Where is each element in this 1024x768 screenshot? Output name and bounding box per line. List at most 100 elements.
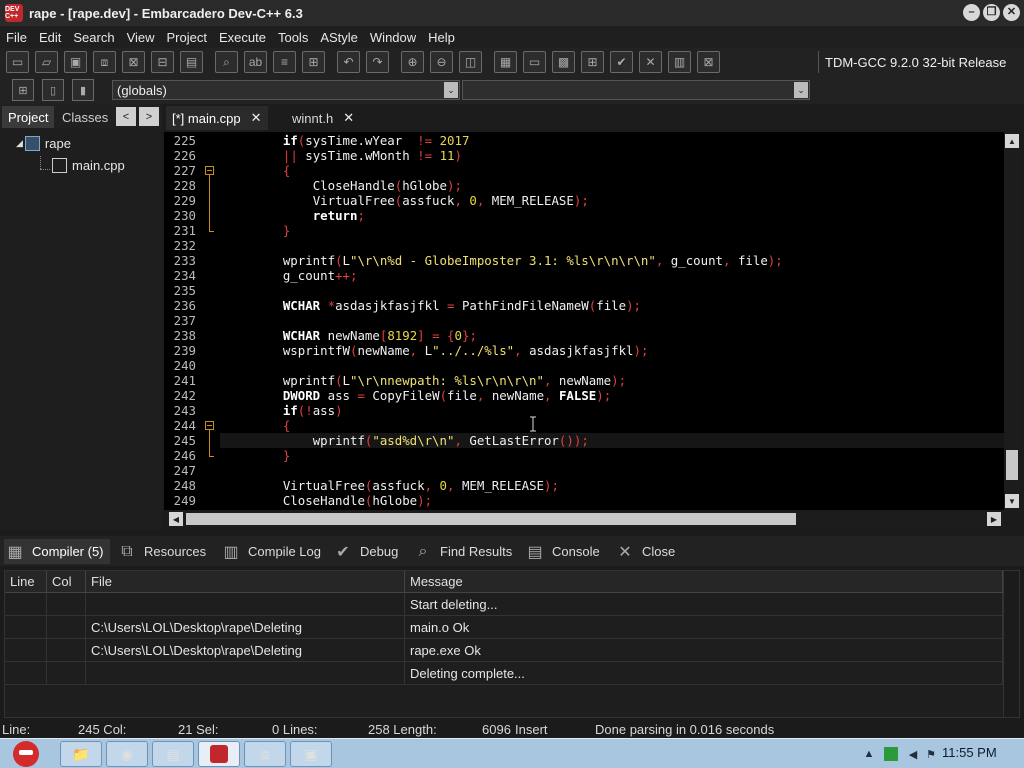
code-line[interactable]: 241 wprintf(L"\r\nnewpath: %ls\r\n\r\n",… [164,373,1004,388]
code-line[interactable]: 232 [164,238,1004,253]
column-header-message[interactable]: Message [405,571,1003,593]
tab-compile-log[interactable]: ▥ Compile Log [220,539,327,564]
rebuild-all-icon[interactable]: ⊞ [581,51,604,73]
code-line[interactable]: 229 VirtualFree(assfuck, 0, MEM_RELEASE)… [164,193,1004,208]
column-header-col[interactable]: Col [47,571,86,593]
code-line[interactable]: 226 || sysTime.wMonth != 11) [164,148,1004,163]
redo-icon[interactable]: ↷ [366,51,389,73]
replace-icon[interactable]: ab [244,51,267,73]
menu-help[interactable]: Help [422,30,461,45]
compile-icon[interactable]: ▦ [494,51,517,73]
tab-classes[interactable]: Classes [56,106,114,128]
code-line[interactable]: 230 return; [164,208,1004,223]
goto-line-icon[interactable]: ≡ [273,51,296,73]
column-header-file[interactable]: File [86,571,405,593]
compiler-selector[interactable]: TDM-GCC 9.2.0 32-bit Release [818,51,1020,73]
restore-button[interactable]: ❐ [983,4,1000,21]
tab-close[interactable]: ✕ Close [614,539,681,564]
save-icon[interactable]: ▣ [64,51,87,73]
undo-icon[interactable]: ↶ [337,51,360,73]
find-icon[interactable]: ⌕ [215,51,238,73]
remove-from-project-icon[interactable]: ⊖ [430,51,453,73]
new-file-icon[interactable]: ▭ [6,51,29,73]
code-line[interactable]: 235 [164,283,1004,298]
column-header-line[interactable]: Line [5,571,47,593]
table-row[interactable]: C:\Users\LOL\Desktop\rape\Deleting rape.e… [5,639,1003,662]
code-line[interactable]: 234 g_count++; [164,268,1004,283]
stop-execution-icon[interactable]: ✕ [639,51,662,73]
taskbar-clock[interactable]: 11:55 PM [942,745,997,760]
syntax-check-icon[interactable]: ✔ [610,51,633,73]
delete-profile-icon[interactable]: ⊠ [697,51,720,73]
close-window-button[interactable]: ✕ [1003,4,1020,21]
minimize-button[interactable]: – [963,4,980,21]
code-line[interactable]: 248 VirtualFree(assfuck, 0, MEM_RELEASE)… [164,478,1004,493]
tab-project[interactable]: Project [2,106,55,128]
new-project-icon[interactable]: ⊕ [401,51,424,73]
messages-scrollbar[interactable] [1003,571,1019,717]
function-combo[interactable]: ⌄ [462,80,810,100]
close-all-icon[interactable]: ⊟ [151,51,174,73]
code-line[interactable]: 225 if(sysTime.wYear != 2017 [164,133,1004,148]
code-line[interactable]: 244 { [164,418,1004,433]
code-line[interactable]: 245 wprintf("asd%d\r\n", GetLastError())… [174,433,1004,448]
editor-horizontal-scrollbar[interactable]: ◀ ▶ [168,511,1004,527]
tab-console[interactable]: ▤ Console [524,539,606,564]
code-line[interactable]: 237 [164,313,1004,328]
goto-bookmark-icon[interactable]: ▮ [72,79,94,101]
print-icon[interactable]: ▤ [180,51,203,73]
menu-search[interactable]: Search [67,30,120,45]
vertical-scroll-thumb[interactable] [1006,450,1018,480]
code-line[interactable]: 246 } [164,448,1004,463]
editor-vertical-scrollbar[interactable]: ▲ ▼ [1004,132,1020,510]
taskbar-explorer-icon[interactable]: 📁 [60,741,102,767]
profile-icon[interactable]: ▥ [668,51,691,73]
code-line[interactable]: 238 WCHAR newName[8192] = {0}; [164,328,1004,343]
code-line[interactable]: 242 DWORD ass = CopyFileW(file, newName,… [164,388,1004,403]
tab-resources[interactable]: ⧉ Resources [116,539,212,564]
menu-view[interactable]: View [121,30,161,45]
code-line[interactable]: 231 } [164,223,1004,238]
taskbar-notepad-icon[interactable]: ▤ [152,741,194,767]
menu-project[interactable]: Project [161,30,213,45]
tree-file-node[interactable]: main.cpp [52,158,125,173]
tray-network-icon[interactable] [884,747,898,761]
menu-window[interactable]: Window [364,30,422,45]
tray-flag-icon[interactable]: ⚑ [924,747,938,761]
close-tab-icon[interactable]: ✕ [343,110,354,126]
menu-file[interactable]: File [0,30,33,45]
scope-combo[interactable]: (globals) ⌄ [112,80,460,100]
tab-debug[interactable]: ✔ Debug [332,539,404,564]
project-options-icon[interactable]: ◫ [459,51,482,73]
menu-astyle[interactable]: AStyle [314,30,364,45]
code-line[interactable]: 239 wsprintfW(newName, L"../../%ls", asd… [164,343,1004,358]
tab-winnt-h[interactable]: winnt.h ✕ [286,106,360,130]
chevron-down-icon[interactable]: ⌄ [444,82,458,98]
scroll-down-icon[interactable]: ▼ [1005,494,1019,508]
code-line[interactable]: 228 CloseHandle(hGlobe); [164,178,1004,193]
fold-toggle-icon[interactable] [205,166,214,175]
code-line[interactable]: 236 WCHAR *asdasjkfasjfkl = PathFindFile… [164,298,1004,313]
taskbar-chrome-icon[interactable]: ◉ [106,741,148,767]
title-bar[interactable]: DEV C++ rape - [rape.dev] - Embarcadero … [0,0,1024,26]
code-line[interactable]: 243 if(!ass) [164,403,1004,418]
run-icon[interactable]: ▭ [523,51,546,73]
taskbar-debugger-icon[interactable]: ⧈ [244,741,286,767]
tab-main-cpp[interactable]: [*] main.cpp ✕ [166,106,268,130]
taskbar-devcpp-icon[interactable] [198,741,240,767]
horizontal-scroll-thumb[interactable] [186,513,796,525]
code-line[interactable]: 247 [164,463,1004,478]
open-folder-icon[interactable]: ▱ [35,51,58,73]
expand-arrow-icon[interactable]: ◢ [16,138,23,149]
code-line[interactable]: 249 CloseHandle(hGlobe); [164,493,1004,508]
start-button[interactable] [2,739,50,768]
tab-compiler-5[interactable]: ▦ Compiler (5) [4,539,110,564]
bookmark-icon[interactable]: ▯ [42,79,64,101]
table-row[interactable]: C:\Users\LOL\Desktop\rape\Deleting main.o… [5,616,1003,639]
close-tab-icon[interactable]: ✕ [251,110,262,126]
toggle-bookmark-icon[interactable]: ⊞ [302,51,325,73]
fold-toggle-icon[interactable] [205,421,214,430]
insert-code-icon[interactable]: ⊞ [12,79,34,101]
menu-tools[interactable]: Tools [272,30,314,45]
panel-next-button[interactable]: > [139,107,159,126]
